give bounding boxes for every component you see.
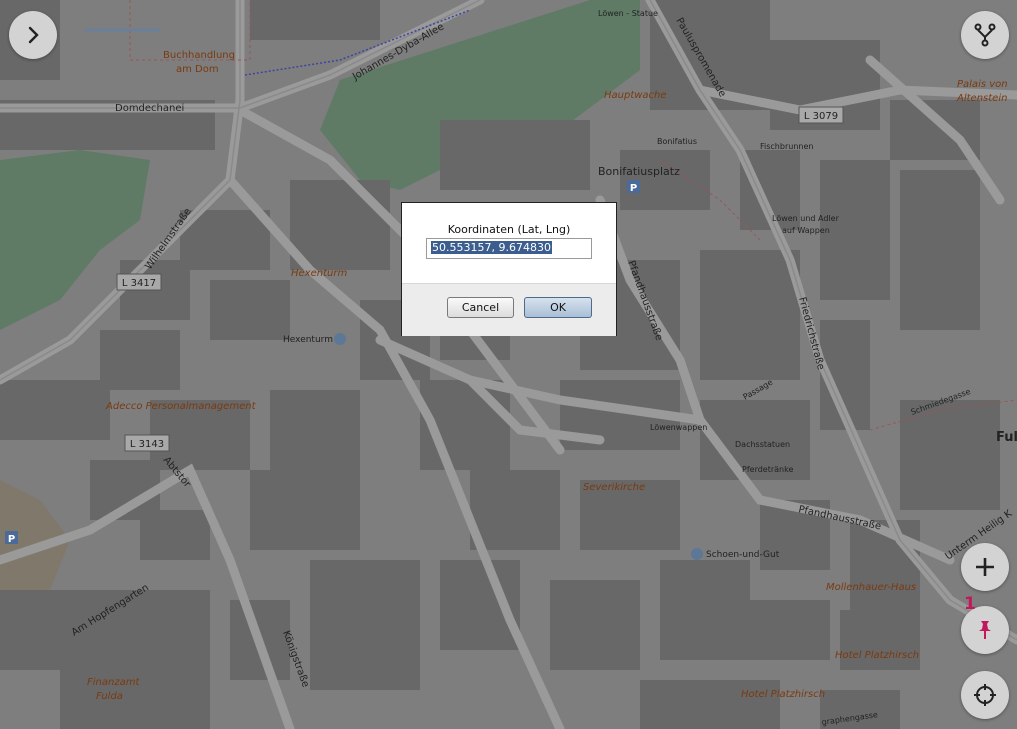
road-shield-l3079: L 3079 [804, 111, 838, 122]
parking-icon: P [630, 183, 637, 194]
zoom-in-button[interactable] [961, 543, 1009, 591]
plus-icon [976, 558, 994, 576]
label-hotel-platzhirsch-1: Hotel Platzhirsch [835, 650, 919, 661]
map-canvas[interactable]: L 3079 L 3417 L 3143 P P Domdechanei Buc… [0, 0, 1017, 729]
poi-shop-icon [691, 548, 703, 560]
label-pferdetraenke: Pferdetränke [742, 465, 793, 474]
locate-button[interactable] [961, 671, 1009, 719]
coordinates-dialog: Koordinaten (Lat, Lng) 50.553157, 9.6748… [401, 202, 617, 336]
label-loewen-und-adler: Löwen und Adler [772, 214, 840, 223]
label-palais-von: Palais von [957, 79, 1008, 90]
road-shield-l3143: L 3143 [130, 439, 164, 450]
label-ful: Ful [996, 430, 1017, 445]
annotation-marker-1: 1 [964, 594, 976, 614]
coordinates-input-value: 50.553157, 9.674830 [431, 241, 552, 254]
chevron-right-icon [28, 26, 39, 44]
crosshair-icon [974, 684, 996, 706]
label-domdechanei: Domdechanei [115, 103, 184, 114]
label-bonifatius: Bonifatius [657, 137, 697, 146]
label-altenstein: Altenstein [956, 93, 1007, 104]
label-dachsstatuen: Dachsstatuen [735, 440, 790, 449]
label-loewenwappen: Löwenwappen [650, 423, 707, 432]
label-hexenturm: Hexenturm [291, 268, 347, 279]
label-auf-wappen: auf Wappen [782, 226, 830, 235]
label-severikirche: Severikirche [583, 482, 645, 493]
routing-button[interactable] [961, 11, 1009, 59]
label-fulda: Fulda [96, 691, 123, 702]
poi-hexenturm-icon [334, 333, 346, 345]
label-loewen-statue: Löwen - Statue [598, 9, 658, 18]
dialog-title: Koordinaten (Lat, Lng) [447, 223, 571, 236]
label-hauptwache: Hauptwache [604, 90, 667, 101]
pin-icon [979, 621, 991, 639]
label-bonifatiusplatz: Bonifatiusplatz [598, 165, 680, 178]
label-buchhandlung: Buchhandlung [163, 50, 235, 61]
label-am-dom: am Dom [176, 64, 219, 75]
toggle-sidebar-button[interactable] [9, 11, 57, 59]
label-mollenhauer-haus: Mollenhauer-Haus [826, 582, 916, 593]
label-adecco: Adecco Personalmanagement [105, 401, 257, 412]
label-schoen-und-gut: Schoen-und-Gut [706, 550, 780, 560]
label-finanzamt: Finanzamt [87, 677, 140, 688]
label-hexenturm-poi: Hexenturm [283, 335, 333, 345]
coordinates-input[interactable]: 50.553157, 9.674830 [426, 238, 592, 259]
parking-icon: P [8, 534, 15, 545]
label-fischbrunnen: Fischbrunnen [760, 142, 813, 151]
fork-icon [974, 23, 996, 47]
road-shield-l3417: L 3417 [122, 278, 156, 289]
dialog-body: Koordinaten (Lat, Lng) 50.553157, 9.6748… [402, 203, 616, 283]
cancel-button[interactable]: Cancel [447, 297, 514, 318]
ok-button[interactable]: OK [524, 297, 592, 318]
label-hotel-platzhirsch-2: Hotel Platzhirsch [741, 689, 825, 700]
